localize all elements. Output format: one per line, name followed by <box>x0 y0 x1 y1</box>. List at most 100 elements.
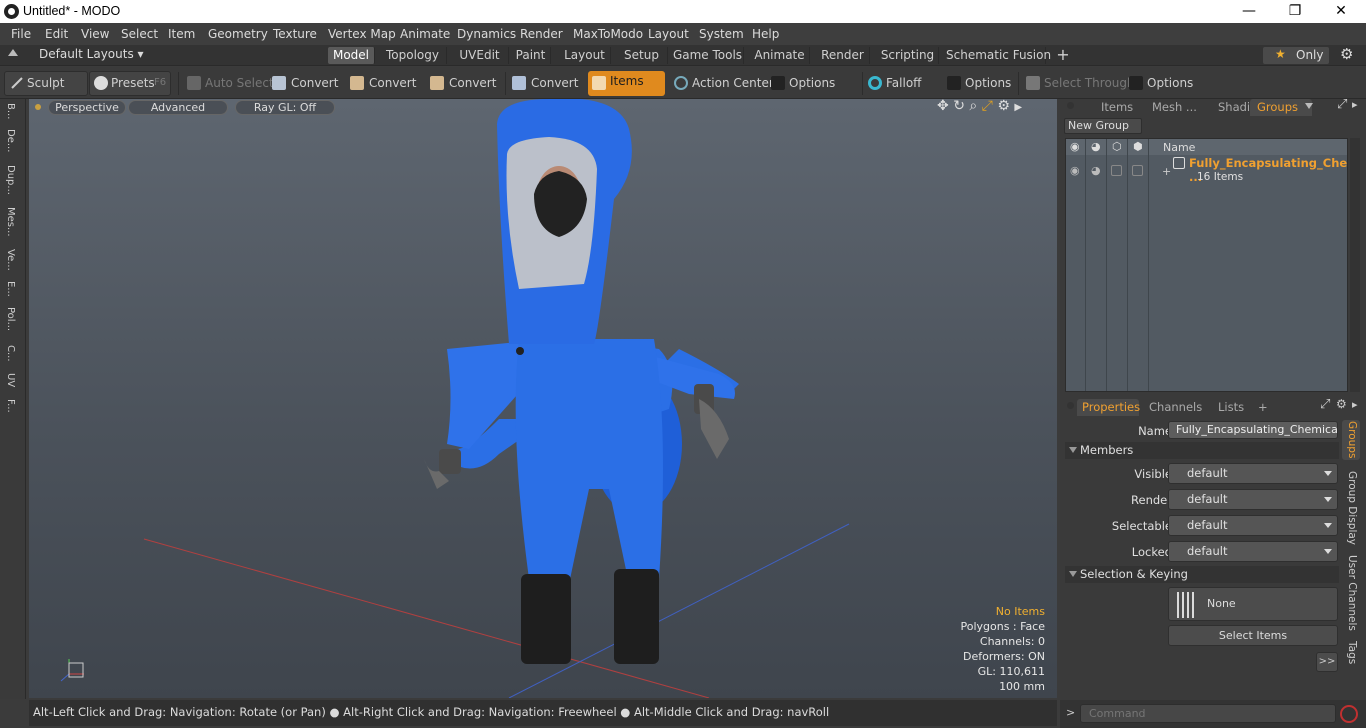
row-visibility-eye-icon[interactable]: ◉ <box>1070 164 1080 177</box>
row-select-checkbox[interactable] <box>1111 165 1122 176</box>
convert-button-1[interactable]: Convert <box>291 73 338 94</box>
auto-select-button[interactable]: Auto Select <box>205 73 274 94</box>
options-icon <box>947 76 961 90</box>
layout-expand-icon[interactable] <box>8 49 18 56</box>
tab-render[interactable]: Render <box>816 47 870 64</box>
side-tab-user-channels[interactable]: User Channels <box>1342 555 1360 631</box>
more-button[interactable]: >> <box>1316 652 1338 672</box>
add-tab-button[interactable]: + <box>1258 399 1272 416</box>
add-tab-button[interactable]: + <box>1053 47 1073 64</box>
row-lock-checkbox[interactable] <box>1132 165 1143 176</box>
gear-icon[interactable]: ⚙ <box>1340 45 1353 63</box>
render-icon[interactable]: ◕ <box>1091 140 1101 153</box>
tab-setup[interactable]: Setup <box>616 47 668 64</box>
render-dropdown[interactable]: default <box>1168 489 1338 510</box>
menu-select[interactable]: Select <box>121 27 158 41</box>
close-button[interactable]: ✕ <box>1321 2 1361 21</box>
side-tab-group-display[interactable]: Group Display <box>1342 471 1360 545</box>
menu-file[interactable]: File <box>11 27 31 41</box>
left-tab-deform[interactable]: De... <box>5 129 16 152</box>
tab-channels[interactable]: Channels <box>1144 399 1202 416</box>
tab-paint[interactable]: Paint <box>511 47 551 64</box>
left-tab-basic[interactable]: B... <box>5 103 16 119</box>
tab-topology[interactable]: Topology <box>379 47 447 64</box>
tab-game-tools[interactable]: Game Tools <box>672 47 744 64</box>
menu-help[interactable]: Help <box>752 27 779 41</box>
lock-icon[interactable]: ⬢ <box>1133 140 1143 153</box>
panel-menu-icon[interactable]: ▸ <box>1352 398 1358 411</box>
convert-button-2[interactable]: Convert <box>369 73 416 94</box>
tab-uvedit[interactable]: UVEdit <box>451 47 509 64</box>
tab-schematic-fusion[interactable]: Schematic Fusion <box>946 47 1051 64</box>
side-tab-groups[interactable]: Groups <box>1342 420 1360 460</box>
menu-edit[interactable]: Edit <box>45 27 68 41</box>
menu-maxtomodo[interactable]: MaxToModo <box>573 27 643 41</box>
menu-item[interactable]: Item <box>168 27 195 41</box>
convert-button-4[interactable]: Convert <box>531 73 578 94</box>
side-tab-tags[interactable]: Tags <box>1342 639 1360 667</box>
select-items-button[interactable]: Select Items <box>1168 625 1338 646</box>
menu-render[interactable]: Render <box>520 27 563 41</box>
expand-panel-icon[interactable]: ⤢ <box>1337 97 1347 112</box>
selection-keying-section[interactable]: Selection & Keying <box>1065 566 1339 583</box>
selectable-dropdown[interactable]: default <box>1168 515 1338 536</box>
left-tab-mesh[interactable]: Mes... <box>5 207 16 237</box>
expand-plus-icon[interactable]: + <box>1162 165 1171 178</box>
convert-button-3[interactable]: Convert <box>449 73 496 94</box>
visible-dropdown[interactable]: default <box>1168 463 1338 484</box>
groups-scrollbar[interactable] <box>1350 138 1360 392</box>
minimize-button[interactable]: — <box>1229 2 1269 21</box>
tab-lists[interactable]: Lists <box>1206 399 1254 416</box>
tab-items[interactable]: Items <box>1089 99 1143 116</box>
options-button-2[interactable]: Options <box>965 73 1011 94</box>
tab-model[interactable]: Model <box>328 47 375 64</box>
groups-list[interactable]: ◉ ◕ ⬡ ⬢ Name ◉ ◕ + Fully_Encapsulating_C… <box>1065 138 1348 392</box>
members-section[interactable]: Members <box>1065 442 1339 459</box>
left-tab-uv[interactable]: UV <box>5 373 16 387</box>
menu-view[interactable]: View <box>81 27 109 41</box>
menu-vertex-map[interactable]: Vertex Map <box>328 27 396 41</box>
only-toggle[interactable]: ★ Only <box>1263 47 1329 64</box>
menu-layout[interactable]: Layout <box>648 27 689 41</box>
group-name-field[interactable]: Fully_Encapsulating_Chemical_Pr <box>1168 421 1338 439</box>
maximize-button[interactable]: ❐ <box>1275 2 1315 21</box>
tabs-menu-icon[interactable] <box>1305 103 1313 109</box>
menu-texture[interactable]: Texture <box>273 27 317 41</box>
left-tab-polygon[interactable]: Pol... <box>5 307 16 331</box>
falloff-button[interactable]: Falloff <box>886 73 921 94</box>
tab-scripting[interactable]: Scripting <box>877 47 939 64</box>
3d-viewport[interactable]: Perspective Advanced Ray GL: Off ✥ ↻ ⌕ ⤢… <box>29 99 1057 698</box>
tab-properties[interactable]: Properties <box>1077 399 1140 416</box>
locked-dropdown[interactable]: default <box>1168 541 1338 562</box>
left-tab-duplicate[interactable]: Dup... <box>5 165 16 195</box>
tab-layout[interactable]: Layout <box>559 47 611 64</box>
none-selection-button[interactable]: None <box>1168 587 1338 621</box>
options-button-1[interactable]: Options <box>789 73 835 94</box>
new-group-button[interactable]: New Group <box>1064 118 1142 134</box>
menu-system[interactable]: System <box>699 27 744 41</box>
left-tab-edge[interactable]: E... <box>5 281 16 297</box>
visibility-eye-icon[interactable]: ◉ <box>1070 140 1080 153</box>
menu-dynamics[interactable]: Dynamics <box>457 27 516 41</box>
select-icon[interactable]: ⬡ <box>1112 140 1122 153</box>
select-through-button[interactable]: Select Through <box>1044 73 1135 94</box>
left-tab-vertex[interactable]: Ve... <box>5 249 16 271</box>
tab-animate[interactable]: Animate <box>750 47 810 64</box>
menu-geometry[interactable]: Geometry <box>208 27 268 41</box>
tab-mesh[interactable]: Mesh ... <box>1148 99 1208 116</box>
command-input[interactable] <box>1080 704 1336 723</box>
expand-panel-icon[interactable]: ⤢ <box>1320 397 1330 412</box>
options-button-3[interactable]: Options <box>1147 73 1193 94</box>
tab-groups[interactable]: Groups <box>1250 99 1312 116</box>
left-tab-fusion[interactable]: F... <box>5 399 16 413</box>
menu-animate[interactable]: Animate <box>400 27 450 41</box>
left-tab-curve[interactable]: C... <box>5 345 16 362</box>
properties-gear-icon[interactable]: ⚙ <box>1336 397 1347 411</box>
panel-menu-icon[interactable]: ▸ <box>1352 98 1358 111</box>
record-icon[interactable] <box>1340 705 1358 723</box>
layout-preset-dropdown[interactable]: Default Layouts ▾ <box>39 47 144 61</box>
group-row[interactable]: ◉ ◕ + Fully_Encapsulating_Che ... 16 Ite… <box>1066 156 1347 186</box>
items-mode-button[interactable]: Items <box>588 71 665 96</box>
action-center-button[interactable]: Action Center <box>692 73 774 94</box>
row-render-icon[interactable]: ◕ <box>1091 164 1101 177</box>
